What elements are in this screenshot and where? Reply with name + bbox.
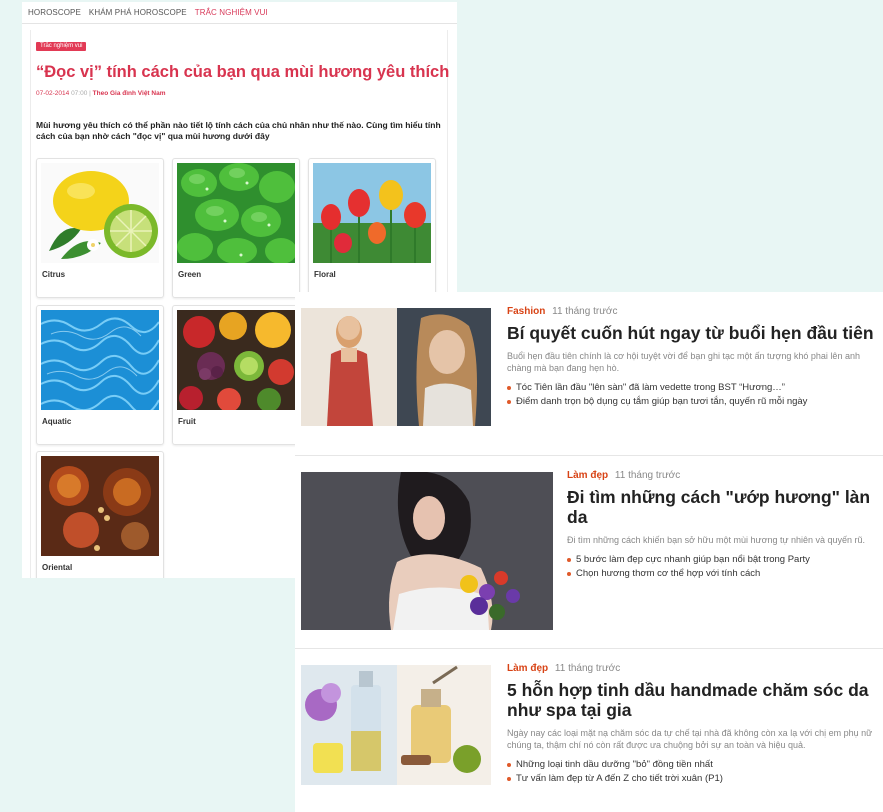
category-line: Làm đẹp 11 tháng trước bbox=[567, 470, 875, 481]
fruit-image bbox=[177, 310, 295, 410]
aquatic-image bbox=[41, 310, 159, 410]
beauty-thumbnail[interactable] bbox=[301, 472, 553, 630]
time-ago: 11 tháng trước bbox=[554, 663, 621, 674]
article-body: Làm đẹp 11 tháng trước 5 hỗn hợp tinh dầ… bbox=[507, 663, 879, 786]
article-source[interactable]: Theo Gia đình Việt Nam bbox=[93, 90, 166, 97]
nav-trac-nghiem-vui[interactable]: TRẮC NGHIỆM VUI bbox=[195, 8, 268, 17]
related-link[interactable]: Chọn hương thơm cơ thể hợp với tính cách bbox=[567, 567, 875, 581]
article-title[interactable]: 5 hỗn hợp tinh dầu handmade chăm sóc da … bbox=[507, 680, 879, 720]
article-meta: 07-02-2014 07:00 | Theo Gia đình Việt Na… bbox=[36, 90, 166, 97]
category-line: Làm đẹp 11 tháng trước bbox=[507, 663, 879, 674]
card-label: Fruit bbox=[178, 417, 196, 426]
scent-card-green[interactable]: Green bbox=[172, 158, 300, 298]
green-leaves-image bbox=[177, 163, 295, 263]
article-title[interactable]: Đi tìm những cách "ướp hương" làn da bbox=[567, 487, 875, 527]
related-articles-panel: Fashion 11 tháng trước Bí quyết cuốn hút… bbox=[295, 292, 883, 812]
article-summary: Đi tìm những cách khiến bạn sở hữu một m… bbox=[567, 535, 866, 545]
divider bbox=[295, 455, 883, 456]
related-links: Những loại tinh dầu dưỡng "bỏ" đồng tiền… bbox=[507, 758, 879, 786]
divider bbox=[295, 648, 883, 649]
related-link[interactable]: Những loại tinh dầu dưỡng "bỏ" đồng tiền… bbox=[507, 758, 879, 772]
article-intro: Mùi hương yêu thích có thể phần nào tiết… bbox=[36, 120, 441, 141]
citrus-image bbox=[41, 163, 159, 263]
article-title[interactable]: Bí quyết cuốn hút ngay từ buổi hẹn đầu t… bbox=[507, 323, 875, 343]
scent-card-aquatic[interactable]: Aquatic bbox=[36, 305, 164, 445]
category-link[interactable]: Làm đẹp bbox=[567, 470, 608, 481]
related-link[interactable]: 5 bước làm đẹp cực nhanh giúp bạn nổi bậ… bbox=[567, 553, 875, 567]
article-time: 07:00 bbox=[71, 90, 88, 97]
scent-card-floral[interactable]: Floral bbox=[308, 158, 436, 298]
article-date: 07-02-2014 bbox=[36, 90, 70, 97]
category-link[interactable]: Fashion bbox=[507, 306, 545, 317]
article-summary: Buổi hẹn đầu tiên chính là cơ hội tuyệt … bbox=[507, 351, 860, 373]
article-title: “Đọc vị” tính cách của bạn qua mùi hương… bbox=[36, 63, 450, 81]
top-nav: HOROSCOPE KHÁM PHÁ HOROSCOPE TRẮC NGHIỆM… bbox=[22, 2, 457, 24]
card-label: Oriental bbox=[42, 563, 73, 572]
category-badge[interactable]: Trắc nghiệm vui bbox=[36, 42, 87, 51]
card-label: Aquatic bbox=[42, 417, 72, 426]
article-body: Làm đẹp 11 tháng trước Đi tìm những cách… bbox=[567, 470, 875, 581]
category-link[interactable]: Làm đẹp bbox=[507, 663, 548, 674]
category-line: Fashion 11 tháng trước bbox=[507, 306, 875, 317]
related-links: 5 bước làm đẹp cực nhanh giúp bạn nổi bậ… bbox=[567, 553, 875, 581]
card-label: Citrus bbox=[42, 270, 66, 279]
oils-thumbnail[interactable] bbox=[301, 665, 491, 785]
nav-horoscope[interactable]: HOROSCOPE bbox=[28, 8, 81, 17]
nav-kham-pha-horoscope[interactable]: KHÁM PHÁ HOROSCOPE bbox=[89, 8, 187, 17]
article-summary: Ngày nay các loại mặt nạ chăm sóc da tự … bbox=[507, 728, 873, 750]
card-label: Floral bbox=[314, 270, 336, 279]
related-link[interactable]: Điểm danh trọn bộ dụng cụ tắm giúp bạn t… bbox=[507, 395, 875, 409]
scent-card-fruit[interactable]: Fruit bbox=[172, 305, 300, 445]
fashion-thumbnail[interactable] bbox=[301, 308, 491, 426]
time-ago: 11 tháng trước bbox=[614, 470, 681, 481]
related-links: Tóc Tiên lần đầu "lên sàn" đã làm vedett… bbox=[507, 381, 875, 409]
article-body: Fashion 11 tháng trước Bí quyết cuốn hút… bbox=[507, 306, 875, 409]
oriental-spices-image bbox=[41, 456, 159, 556]
scent-card-citrus[interactable]: Citrus bbox=[36, 158, 164, 298]
scent-card-oriental[interactable]: Oriental bbox=[36, 451, 164, 578]
floral-image bbox=[313, 163, 431, 263]
card-label: Green bbox=[178, 270, 202, 279]
related-link[interactable]: Tóc Tiên lần đầu "lên sàn" đã làm vedett… bbox=[507, 381, 875, 395]
related-link[interactable]: Tư vấn làm đẹp từ A đến Z cho tiết trời … bbox=[507, 772, 879, 786]
time-ago: 11 tháng trước bbox=[552, 306, 618, 317]
